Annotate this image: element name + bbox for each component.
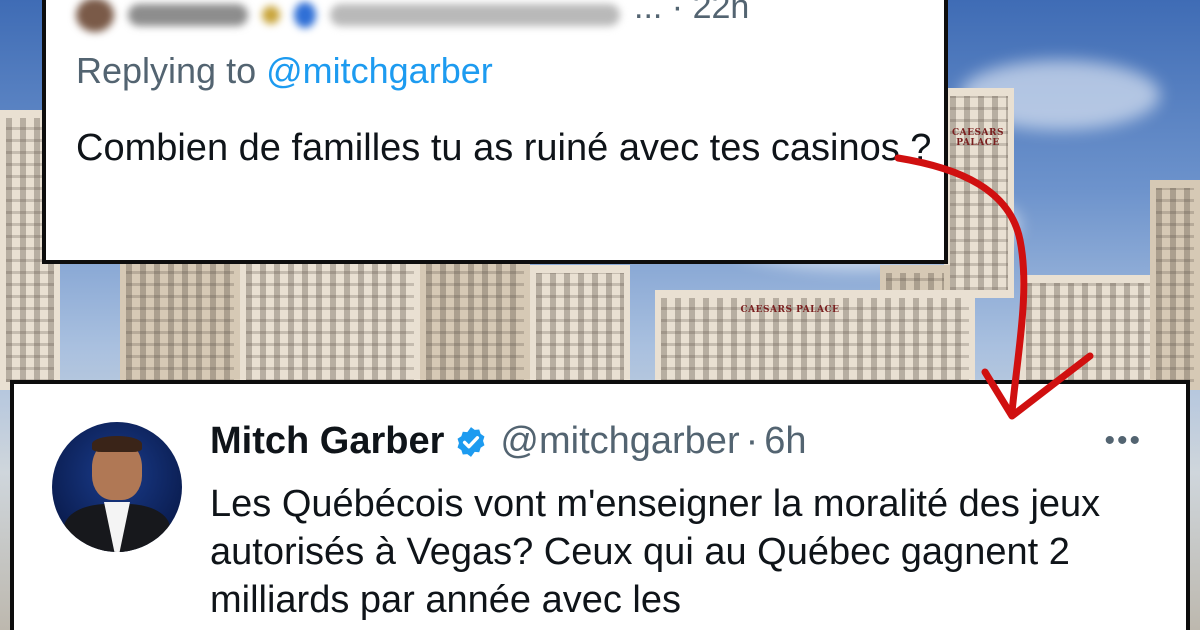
blurred-verified-icon (294, 2, 316, 28)
tweet-author-row: Mitch Garber @mitchgarber · 6h (210, 420, 807, 463)
hotel-tower-right (1150, 180, 1200, 390)
hotel-wing (120, 250, 240, 390)
caesars-tower (944, 88, 1014, 298)
reply-tweet-text: Combien de familles tu as ruiné avec tes… (76, 127, 932, 169)
separator-dot: · (745, 420, 759, 462)
main-tweet-text: Les Québécois vont m'enseigner la morali… (210, 483, 1101, 621)
reply-author-header-blurred: ... · 22h (76, 0, 750, 32)
reply-timestamp: ... · 22h (634, 0, 750, 26)
blurred-avatar (76, 0, 114, 32)
caesars-sign-tower: CAESARS PALACE (952, 128, 1004, 148)
more-horizontal-icon[interactable]: ••• (1104, 424, 1142, 458)
reply-tweet-card[interactable]: ... · 22h Replying to @mitchgarber Combi… (42, 0, 948, 264)
verified-badge-icon (457, 426, 485, 457)
hotel-wing (420, 250, 530, 390)
main-tweet-card[interactable]: Mitch Garber @mitchgarber · 6h ••• Les Q… (10, 380, 1190, 630)
blurred-author-name (128, 4, 248, 26)
replying-to-line: Replying to @mitchgarber (76, 50, 493, 92)
author-display-name[interactable]: Mitch Garber (210, 420, 444, 463)
blurred-handle (330, 4, 620, 26)
caesars-sign-center: CAESARS PALACE (740, 305, 840, 315)
replying-to-mention-link[interactable]: @mitchgarber (266, 50, 493, 91)
avatar[interactable] (52, 422, 182, 552)
replying-to-label: Replying to (76, 50, 267, 91)
blurred-badge-icon (262, 6, 280, 24)
author-handle[interactable]: @mitchgarber (500, 420, 739, 463)
hotel-wing (530, 265, 630, 390)
tweet-age-link[interactable]: 6h (764, 420, 806, 463)
